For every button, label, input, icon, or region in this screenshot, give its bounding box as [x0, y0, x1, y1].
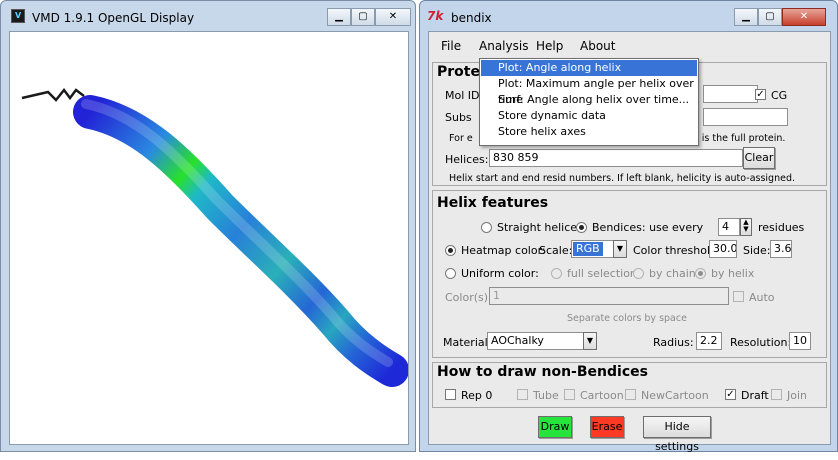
subset-help-left: For e — [449, 133, 473, 144]
menubar: File Analysis Help About — [429, 32, 830, 58]
bendix-client-area: File Analysis Help About Prote Mol ID ✓ … — [428, 31, 831, 453]
cg-label: CG — [771, 89, 788, 102]
heatmap-radio[interactable] — [445, 245, 456, 256]
vmd-window-title: VMD 1.9.1 OpenGL Display — [32, 11, 195, 25]
join-label: Join — [787, 389, 808, 402]
threshold-label: Color threshold: — [633, 244, 721, 257]
menu-item-plot-max-angle[interactable]: Plot: Maximum angle per helix over time — [481, 76, 697, 106]
menu-analysis[interactable]: Analysis — [479, 39, 528, 53]
close-icon[interactable]: ✕ — [782, 8, 826, 26]
bendices-label: Bendices: use every — [592, 221, 704, 234]
resolution-label: Resolution: — [730, 336, 792, 349]
bendix-window: 7k bendix ▁ ▢ ✕ File Analysis Help About… — [419, 0, 838, 453]
scale-value: RGB — [573, 242, 603, 256]
spinner-icon[interactable]: ▲ ▼ — [740, 218, 752, 236]
tube-label: Tube — [533, 389, 559, 402]
join-checkbox[interactable] — [771, 389, 782, 400]
side-input[interactable]: 3.6 — [770, 240, 792, 258]
bendices-radio[interactable] — [576, 222, 587, 233]
helix-features-title: Helix features — [437, 195, 549, 211]
full-selection-radio[interactable] — [551, 268, 562, 279]
cg-checkbox[interactable]: ✓ — [755, 89, 766, 100]
threshold-input[interactable]: 30.0 — [709, 240, 737, 258]
minimize-icon[interactable]: ▁ — [327, 8, 351, 26]
cartoon-checkbox[interactable] — [564, 389, 575, 400]
maximize-icon[interactable]: ▢ — [758, 8, 782, 26]
vmd-logo-icon: V — [11, 9, 25, 23]
straight-helices-label: Straight helices — [497, 221, 583, 234]
newcartoon-checkbox[interactable] — [625, 389, 636, 400]
tk-feather-icon: 7k — [427, 9, 444, 23]
newcartoon-label: NewCartoon — [641, 389, 709, 402]
residues-label: residues — [758, 221, 805, 234]
clear-button[interactable]: Clear — [743, 147, 775, 169]
material-label: Material: — [443, 336, 492, 349]
vmd-display-window: V VMD 1.9.1 OpenGL Display ▁ ▢ ✕ — [0, 0, 416, 452]
close-icon[interactable]: ✕ — [375, 8, 411, 26]
auto-label: Auto — [749, 291, 775, 304]
uniform-label: Uniform color: — [461, 267, 539, 280]
heatmap-label: Heatmap color: — [461, 244, 546, 257]
cartoon-label: Cartoon — [580, 389, 624, 402]
helix-rendering — [21, 87, 408, 387]
erase-button[interactable]: Erase — [590, 416, 624, 438]
maximize-icon[interactable]: ▢ — [351, 8, 375, 26]
separate-help-text: Separate colors by space — [567, 313, 687, 324]
subset-help-right: t is the full protein. — [695, 133, 786, 144]
hide-settings-button[interactable]: Hide settings — [643, 416, 711, 453]
auto-checkbox[interactable] — [733, 291, 744, 302]
molid-input[interactable] — [703, 85, 758, 103]
draft-checkbox[interactable]: ✓ — [725, 389, 736, 400]
subset-input[interactable] — [703, 108, 788, 126]
colors-input[interactable]: 1 — [489, 287, 729, 305]
bendices-every-input[interactable]: 4 — [718, 218, 740, 236]
helix-tail-line — [21, 87, 85, 102]
protein-group-title: Prote — [437, 64, 480, 80]
side-label: Side: — [743, 244, 771, 257]
full-selection-label: full selection — [567, 267, 637, 280]
bendix-window-title: bendix — [451, 11, 492, 25]
menu-about[interactable]: About — [580, 39, 615, 53]
tube-checkbox[interactable] — [517, 389, 528, 400]
resolution-input[interactable]: 10 — [789, 332, 811, 350]
draft-label: Draft — [741, 389, 769, 402]
draw-button[interactable]: Draw — [538, 416, 572, 438]
analysis-dropdown: Plot: Angle along helix Plot: Maximum an… — [479, 58, 699, 146]
menu-item-surf-angle[interactable]: Surf: Angle along helix over time... — [481, 92, 697, 108]
by-helix-radio[interactable] — [695, 268, 706, 279]
non-bendices-group: How to draw non-Bendices Rep 0 Tube Cart… — [432, 362, 827, 408]
menu-item-store-dynamic[interactable]: Store dynamic data — [481, 108, 697, 124]
subset-label: Subs — [445, 111, 472, 124]
helix-help-text: Helix start and end resid numbers. If le… — [449, 173, 796, 184]
uniform-radio[interactable] — [445, 268, 456, 279]
menu-item-store-axes[interactable]: Store helix axes — [481, 124, 697, 140]
radius-input[interactable]: 2.2 — [696, 332, 722, 350]
non-bendices-title: How to draw non-Bendices — [437, 364, 648, 380]
helices-input[interactable]: 830 859 — [489, 149, 743, 167]
rep0-label: Rep 0 — [461, 389, 493, 402]
opengl-canvas[interactable] — [9, 31, 409, 445]
helices-label: Helices: — [445, 153, 489, 166]
minimize-icon[interactable]: ▁ — [734, 8, 758, 26]
radius-label: Radius: — [653, 336, 694, 349]
scale-label: Scale: — [539, 244, 573, 257]
rep0-checkbox[interactable] — [445, 389, 456, 400]
colors-label: Color(s): — [445, 291, 492, 304]
by-helix-label: by helix — [711, 267, 755, 280]
molid-label: Mol ID — [445, 89, 480, 102]
by-chain-radio[interactable] — [633, 268, 644, 279]
helix-features-group: Helix features Straight helices Bendices… — [432, 190, 827, 358]
chevron-down-icon[interactable]: ▼ — [583, 332, 597, 350]
menu-item-plot-angle[interactable]: Plot: Angle along helix — [481, 60, 697, 76]
menu-help[interactable]: Help — [536, 39, 563, 53]
by-chain-label: by chain — [649, 267, 696, 280]
straight-helices-radio[interactable] — [481, 222, 492, 233]
menu-file[interactable]: File — [441, 39, 461, 53]
chevron-down-icon[interactable]: ▼ — [613, 240, 627, 258]
material-select[interactable]: AOChalky — [487, 332, 597, 350]
